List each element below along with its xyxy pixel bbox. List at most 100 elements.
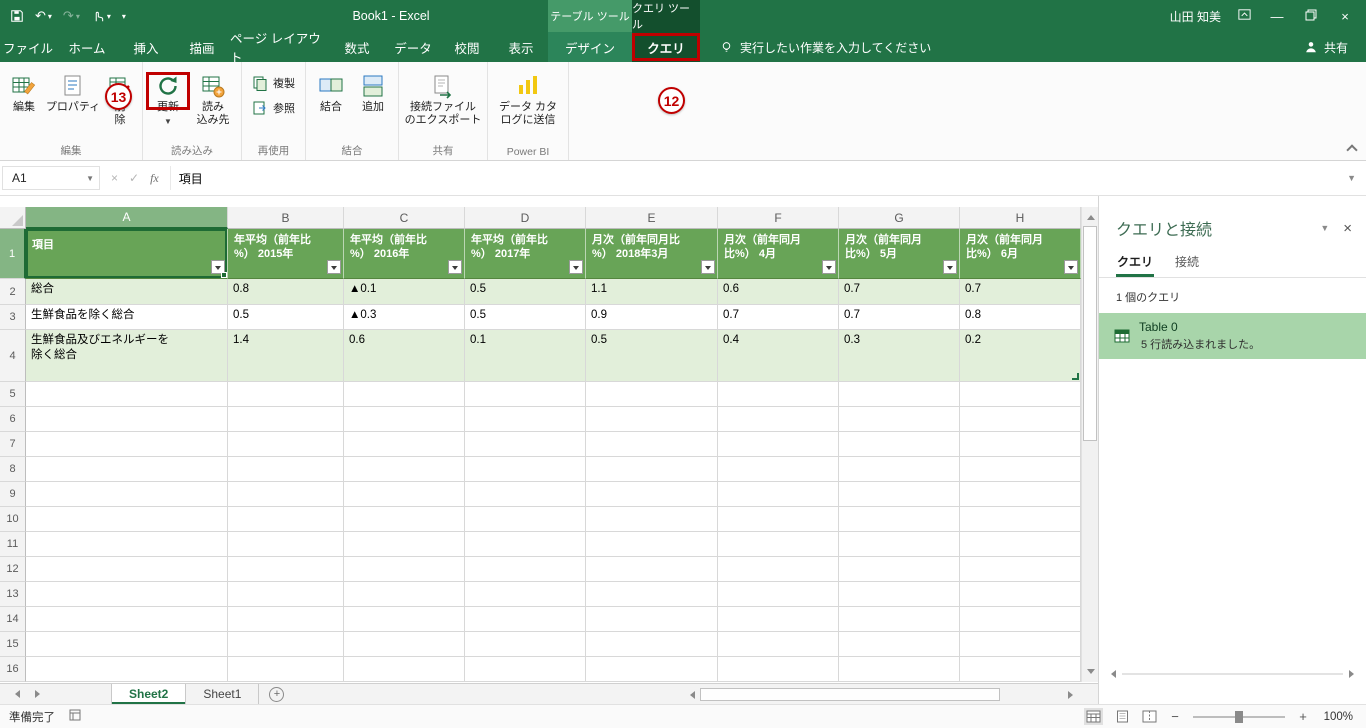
empty-cell[interactable] <box>839 582 960 607</box>
row-header[interactable]: 6 <box>0 407 26 432</box>
tab-design[interactable]: デザイン <box>548 32 632 62</box>
tell-me-box[interactable]: 実行したい作業を入力してください <box>720 32 931 62</box>
empty-cell[interactable] <box>344 507 465 532</box>
empty-cell[interactable] <box>718 532 839 557</box>
scroll-right-button[interactable] <box>1065 690 1080 699</box>
tab-home[interactable]: ホーム <box>56 32 118 62</box>
column-header-b[interactable]: B <box>228 207 344 229</box>
empty-cell[interactable] <box>586 582 718 607</box>
filter-button[interactable] <box>327 260 341 274</box>
scroll-up-button[interactable] <box>1082 207 1099 224</box>
horizontal-scrollbar[interactable] <box>683 687 1080 702</box>
merge-button[interactable]: 結合 <box>310 65 352 143</box>
zoom-slider[interactable] <box>1193 710 1285 723</box>
filter-button[interactable] <box>448 260 462 274</box>
empty-cell[interactable] <box>344 432 465 457</box>
next-sheet-button[interactable] <box>35 690 44 698</box>
empty-cell[interactable] <box>228 607 344 632</box>
empty-cell[interactable] <box>465 632 586 657</box>
cell[interactable]: 0.5 <box>465 279 586 305</box>
empty-cell[interactable] <box>465 532 586 557</box>
scroll-left-button[interactable] <box>683 690 698 699</box>
empty-cell[interactable] <box>26 457 228 482</box>
empty-cell[interactable] <box>839 657 960 682</box>
table-header-cell[interactable]: 月次（前年同月 比%） 4月 <box>718 229 839 279</box>
empty-cell[interactable] <box>960 557 1081 582</box>
zoom-out-button[interactable]: − <box>1169 709 1181 724</box>
cell[interactable]: 0.7 <box>960 279 1081 305</box>
empty-cell[interactable] <box>718 657 839 682</box>
fill-handle[interactable] <box>221 272 227 278</box>
empty-cell[interactable] <box>839 557 960 582</box>
reference-button[interactable]: 参照 <box>249 98 298 118</box>
cell[interactable]: 0.7 <box>839 279 960 305</box>
cell-a1-selected[interactable]: 項目 <box>26 229 228 279</box>
row-header[interactable]: 2 <box>0 279 26 305</box>
zoom-in-button[interactable]: + <box>1297 709 1309 724</box>
empty-cell[interactable] <box>960 632 1081 657</box>
empty-cell[interactable] <box>26 532 228 557</box>
empty-cell[interactable] <box>26 407 228 432</box>
empty-cell[interactable] <box>839 532 960 557</box>
export-connection-file-button[interactable]: 接続ファイル のエクスポート <box>403 65 483 143</box>
column-header-d[interactable]: D <box>465 207 586 229</box>
zoom-level[interactable]: 100% <box>1321 711 1353 723</box>
empty-cell[interactable] <box>465 482 586 507</box>
row-header[interactable]: 3 <box>0 305 26 330</box>
empty-cell[interactable] <box>465 432 586 457</box>
empty-cell[interactable] <box>839 432 960 457</box>
row-header[interactable]: 11 <box>0 532 26 557</box>
empty-cell[interactable] <box>586 432 718 457</box>
insert-function-icon[interactable]: fx <box>150 171 159 186</box>
empty-cell[interactable] <box>839 382 960 407</box>
empty-cell[interactable] <box>839 632 960 657</box>
cell[interactable]: 総合 <box>26 279 228 305</box>
empty-cell[interactable] <box>228 457 344 482</box>
row-header[interactable]: 7 <box>0 432 26 457</box>
empty-cell[interactable] <box>465 507 586 532</box>
duplicate-button[interactable]: 複製 <box>249 73 298 93</box>
empty-cell[interactable] <box>344 482 465 507</box>
row-header[interactable]: 16 <box>0 657 26 682</box>
empty-cell[interactable] <box>586 532 718 557</box>
send-to-data-catalog-button[interactable]: データ カタ ログに送信 <box>492 65 564 143</box>
row-header[interactable]: 1 <box>0 229 26 279</box>
empty-cell[interactable] <box>344 657 465 682</box>
select-all-corner[interactable] <box>0 207 26 229</box>
empty-cell[interactable] <box>586 557 718 582</box>
pane-options-icon[interactable]: ▼ <box>1306 223 1343 233</box>
pane-close-icon[interactable]: × <box>1343 220 1352 237</box>
pane-horizontal-scrollbar[interactable] <box>1099 666 1366 682</box>
empty-cell[interactable] <box>228 557 344 582</box>
share-button[interactable]: 共有 <box>1286 32 1366 62</box>
expand-formula-bar-icon[interactable]: ▼ <box>1337 173 1366 183</box>
empty-cell[interactable] <box>839 482 960 507</box>
cell[interactable]: 0.8 <box>960 305 1081 330</box>
empty-cell[interactable] <box>465 457 586 482</box>
table-header-cell[interactable]: 月次（前年同月 比%） 6月 <box>960 229 1081 279</box>
empty-cell[interactable] <box>228 507 344 532</box>
empty-cell[interactable] <box>344 582 465 607</box>
undo-button[interactable]: ↶ ▾ <box>35 8 52 24</box>
empty-cell[interactable] <box>26 382 228 407</box>
empty-cell[interactable] <box>586 607 718 632</box>
cell[interactable]: 1.4 <box>228 330 344 382</box>
empty-cell[interactable] <box>960 607 1081 632</box>
empty-cell[interactable] <box>26 482 228 507</box>
enter-icon[interactable]: ✓ <box>129 171 139 185</box>
page-break-view-button[interactable] <box>1142 710 1157 723</box>
cell[interactable]: ▲0.3 <box>344 305 465 330</box>
tab-data[interactable]: データ <box>386 32 440 62</box>
empty-cell[interactable] <box>465 657 586 682</box>
tab-view[interactable]: 表示 <box>494 32 548 62</box>
normal-view-button[interactable] <box>1084 708 1103 725</box>
load-to-button[interactable]: 読み 込み先 <box>189 65 237 143</box>
column-header-a[interactable]: A <box>26 207 228 229</box>
row-header[interactable]: 15 <box>0 632 26 657</box>
new-sheet-button[interactable]: + <box>259 684 294 704</box>
restore-button[interactable] <box>1302 9 1320 24</box>
horizontal-scrollbar-thumb[interactable] <box>700 688 1000 701</box>
arrow-right-icon[interactable] <box>1349 670 1358 678</box>
cell[interactable]: 生鮮食品を除く総合 <box>26 305 228 330</box>
empty-cell[interactable] <box>718 607 839 632</box>
